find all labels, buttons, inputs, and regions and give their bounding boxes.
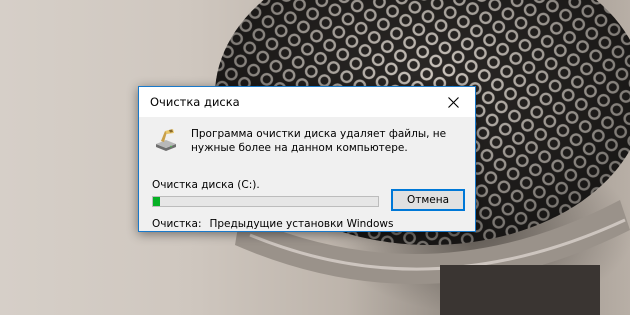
progress-fill <box>153 197 160 206</box>
close-button[interactable] <box>431 87 475 117</box>
status-label: Очистка: <box>152 218 202 230</box>
dialog-title: Очистка диска <box>150 95 240 109</box>
disk-cleanup-icon <box>156 129 176 151</box>
disk-cleanup-dialog: Очистка диска Программа очистки диска уд… <box>138 86 476 232</box>
progress-bar <box>152 196 379 207</box>
cancel-button[interactable]: Отмена <box>391 189 465 211</box>
status-value: Предыдущие установки Windows <box>209 218 394 230</box>
close-icon <box>447 96 459 108</box>
dialog-content: Программа очистки диска удаляет файлы, н… <box>139 117 475 232</box>
status-line: Очистка: Предыдущие установки Windows <box>152 218 393 230</box>
drive-label: Очистка диска (C:). <box>152 179 260 191</box>
dialog-message: Программа очистки диска удаляет файлы, н… <box>191 128 447 154</box>
dialog-titlebar[interactable]: Очистка диска <box>139 87 475 117</box>
